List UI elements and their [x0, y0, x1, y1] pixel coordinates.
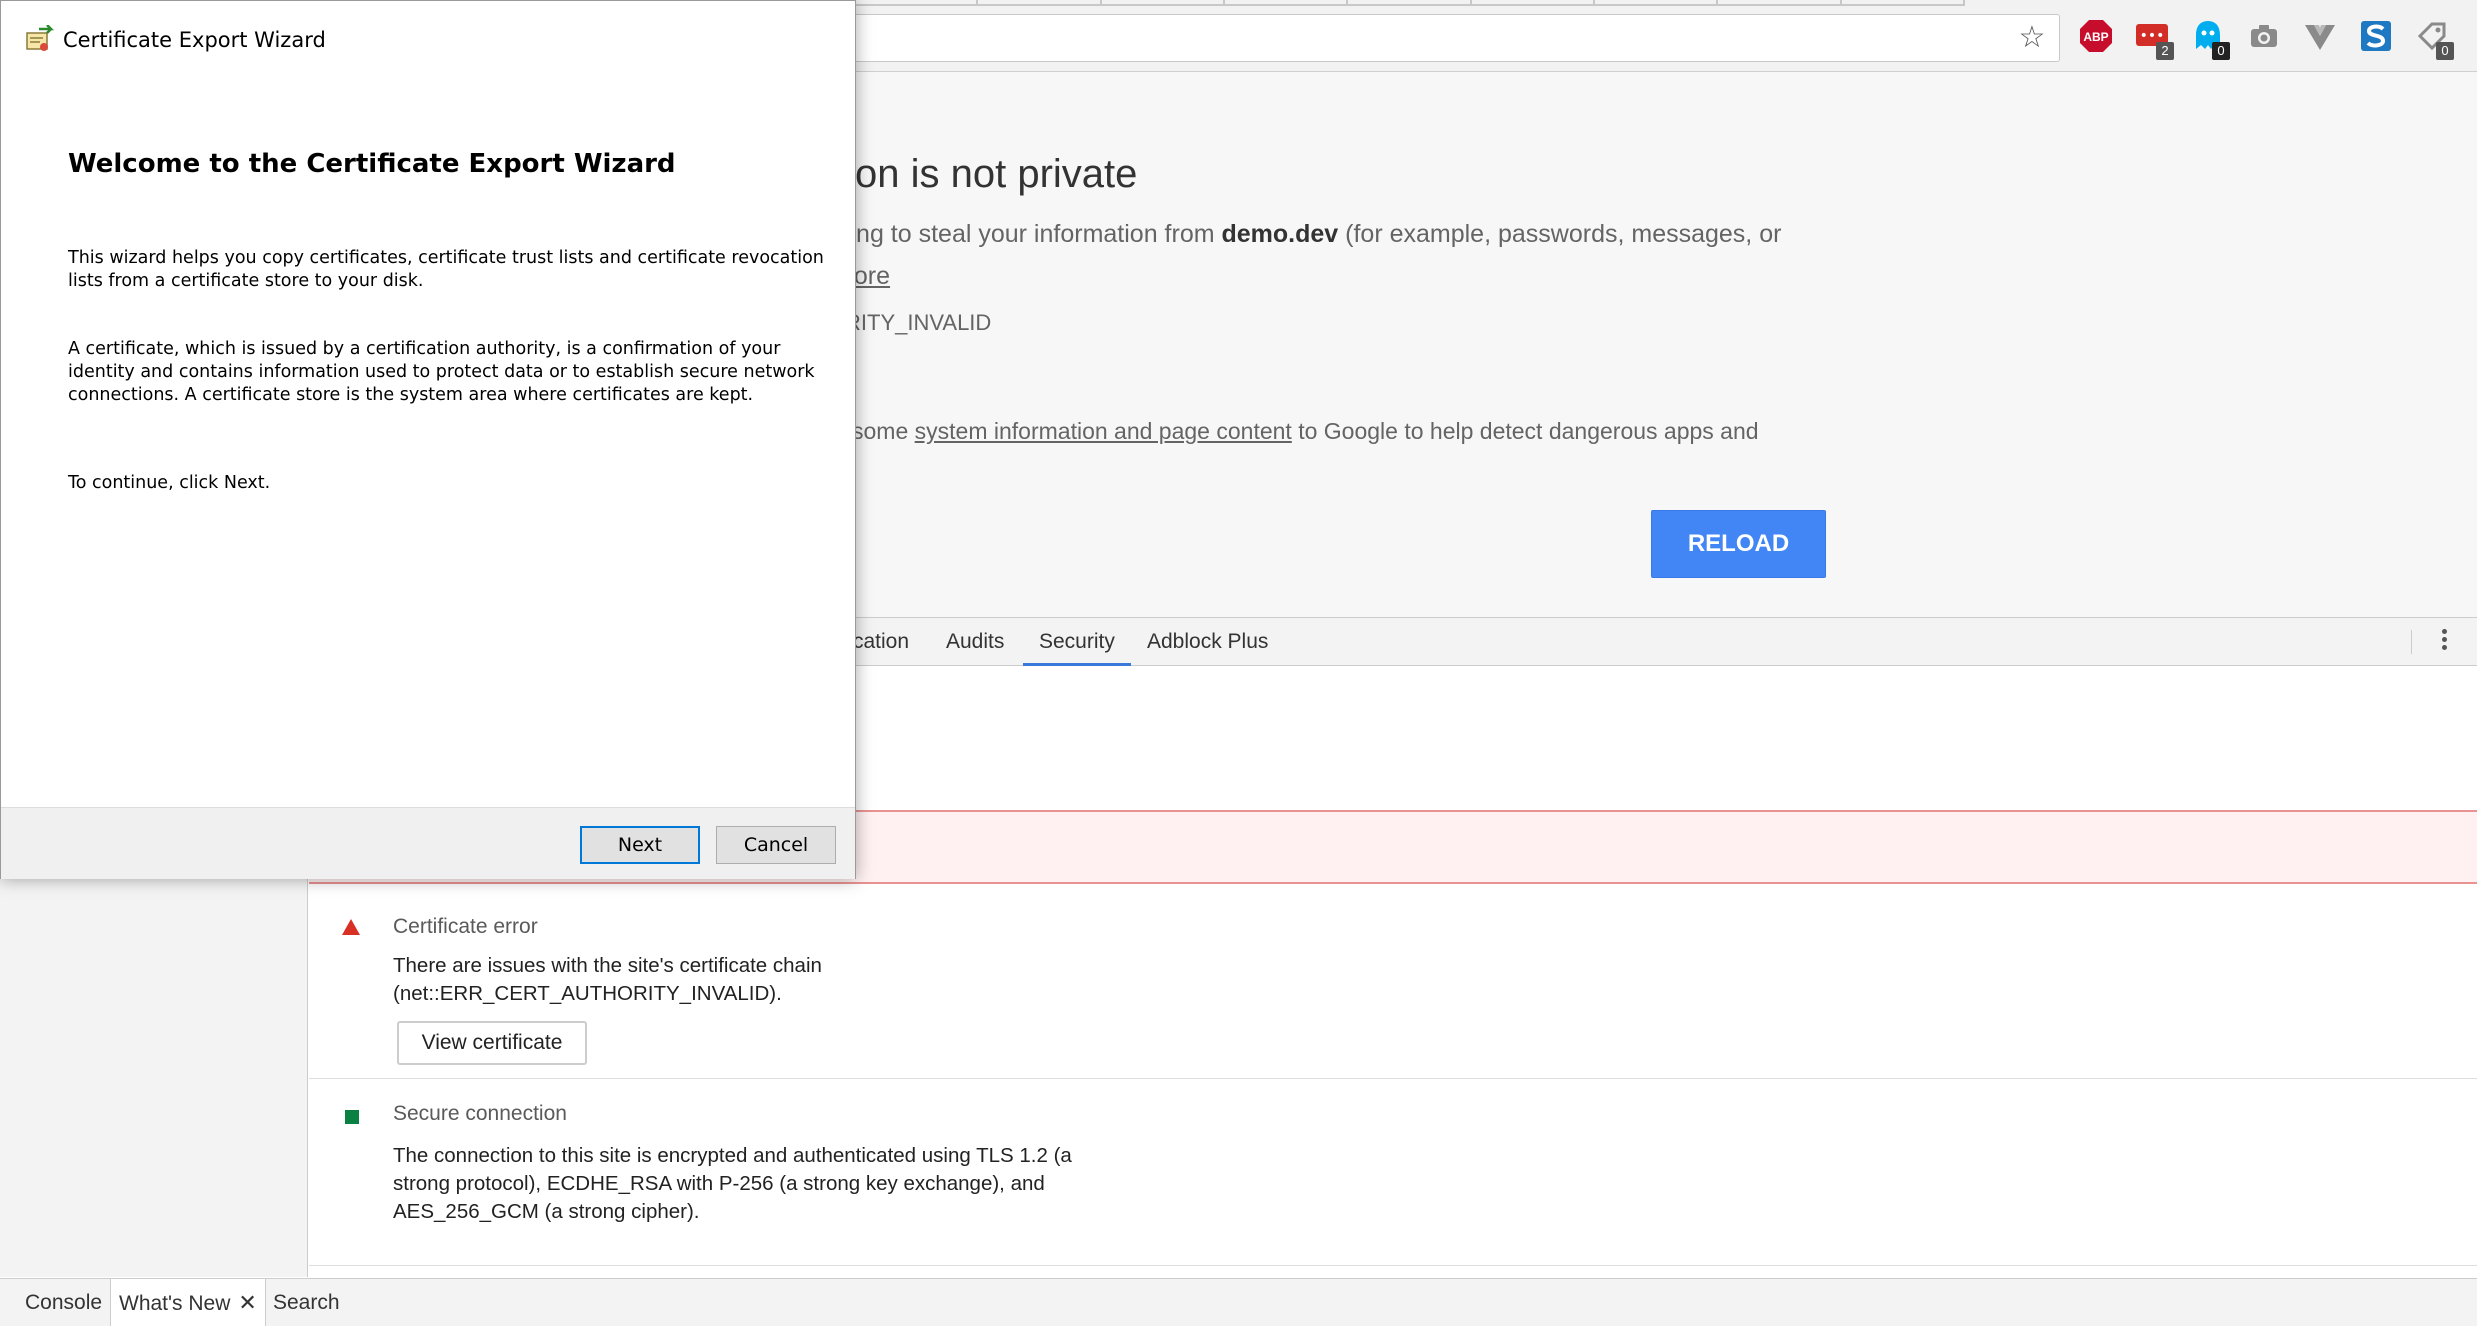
browser-tab[interactable] — [1348, 0, 1472, 6]
certificate-error-section: Certificate error There are issues with … — [309, 897, 2477, 1079]
dialog-title: Certificate Export Wizard — [63, 28, 326, 52]
vue-devtools-icon[interactable] — [2302, 18, 2338, 54]
secure-connection-section: Secure connection The connection to this… — [309, 1080, 2477, 1266]
lastpass-icon[interactable]: ••• 2 — [2134, 18, 2174, 60]
adblock-plus-label: ABP — [2083, 30, 2108, 44]
secure-square-icon — [345, 1110, 359, 1124]
tabbar-divider — [2411, 630, 2412, 654]
drawer-tab-whats-new[interactable]: What's New ✕ — [110, 1279, 266, 1326]
certificate-error-description: There are issues with the site's certifi… — [393, 954, 822, 1005]
browser-tab[interactable] — [1471, 0, 1595, 6]
lastpass-badge: 2 — [2156, 42, 2174, 60]
wizard-heading: Welcome to the Certificate Export Wizard — [68, 149, 676, 179]
close-icon[interactable]: ✕ — [238, 1290, 256, 1315]
system-info-link[interactable]: system information and page content — [915, 418, 1292, 444]
wizard-intro-text: This wizard helps you copy certificates,… — [68, 248, 824, 291]
secure-connection-description: The connection to this site is encrypted… — [393, 1144, 1072, 1223]
error-description: ying to steal your information from demo… — [838, 220, 1781, 249]
page-title: on is not private — [855, 152, 1138, 196]
address-bar[interactable]: ☆ — [855, 14, 2060, 62]
more-options-icon[interactable] — [2432, 626, 2456, 658]
tag-extension-icon[interactable]: 0 — [2414, 18, 2454, 60]
camera-icon[interactable] — [2246, 18, 2282, 54]
error-description-suffix: (for example, passwords, messages, or — [1338, 220, 1782, 248]
drawer-tab-search[interactable]: Search — [273, 1279, 340, 1326]
dialog-footer: Next Cancel — [1, 807, 855, 879]
adblock-plus-icon[interactable]: ABP — [2078, 18, 2114, 54]
drawer-tab-whats-new-label: What's New — [119, 1292, 231, 1315]
browser-tab[interactable] — [1718, 0, 1842, 6]
wizard-continue-text: To continue, click Next. — [68, 473, 271, 493]
tab-adblock-plus[interactable]: Adblock Plus — [1147, 618, 1268, 666]
wizard-certificate-text: A certificate, which is issued by a cert… — [68, 339, 815, 405]
browser-tab[interactable] — [855, 0, 979, 6]
ghostery-icon[interactable]: 0 — [2190, 18, 2230, 60]
certificate-icon — [26, 25, 55, 51]
tag-extension-badge: 0 — [2436, 42, 2454, 60]
site-domain: demo.dev — [1221, 220, 1339, 248]
stylus-icon[interactable] — [2358, 18, 2394, 54]
cancel-button[interactable]: Cancel — [716, 826, 836, 864]
tab-application[interactable]: cation — [853, 618, 909, 666]
secure-connection-title: Secure connection — [393, 1102, 567, 1125]
drawer-tab-console[interactable]: Console — [25, 1279, 102, 1326]
safe-browsing-extended-text: some system information and page content… — [852, 418, 1759, 445]
warning-triangle-icon — [342, 919, 360, 935]
tab-audits[interactable]: Audits — [946, 618, 1004, 666]
error-code: RITY_INVALID — [845, 310, 992, 335]
devtools-drawer: Console What's New ✕ Search — [0, 1278, 2477, 1326]
view-certificate-button[interactable]: View certificate — [397, 1021, 587, 1065]
bookmark-star-icon[interactable]: ☆ — [2015, 21, 2049, 55]
browser-tab[interactable] — [1224, 0, 1349, 6]
tab-strip — [855, 0, 1965, 6]
certificate-export-wizard-dialog: Certificate Export Wizard Welcome to the… — [0, 0, 856, 879]
browser-tab[interactable] — [1841, 0, 1965, 6]
browser-tab[interactable] — [1101, 0, 1225, 6]
dialog-titlebar[interactable]: Certificate Export Wizard — [1, 1, 855, 79]
browser-tab[interactable] — [978, 0, 1102, 6]
sbe-suffix: to Google to help detect dangerous apps … — [1291, 418, 1759, 444]
tab-security[interactable]: Security — [1023, 618, 1131, 666]
error-description-prefix: ying to steal your information from — [838, 220, 1222, 248]
reload-button[interactable]: RELOAD — [1651, 510, 1826, 578]
browser-tab[interactable] — [1594, 0, 1719, 6]
ghostery-badge: 0 — [2212, 42, 2230, 60]
sbe-prefix: some — [852, 418, 915, 444]
next-button[interactable]: Next — [580, 826, 700, 864]
certificate-error-title: Certificate error — [393, 915, 538, 938]
